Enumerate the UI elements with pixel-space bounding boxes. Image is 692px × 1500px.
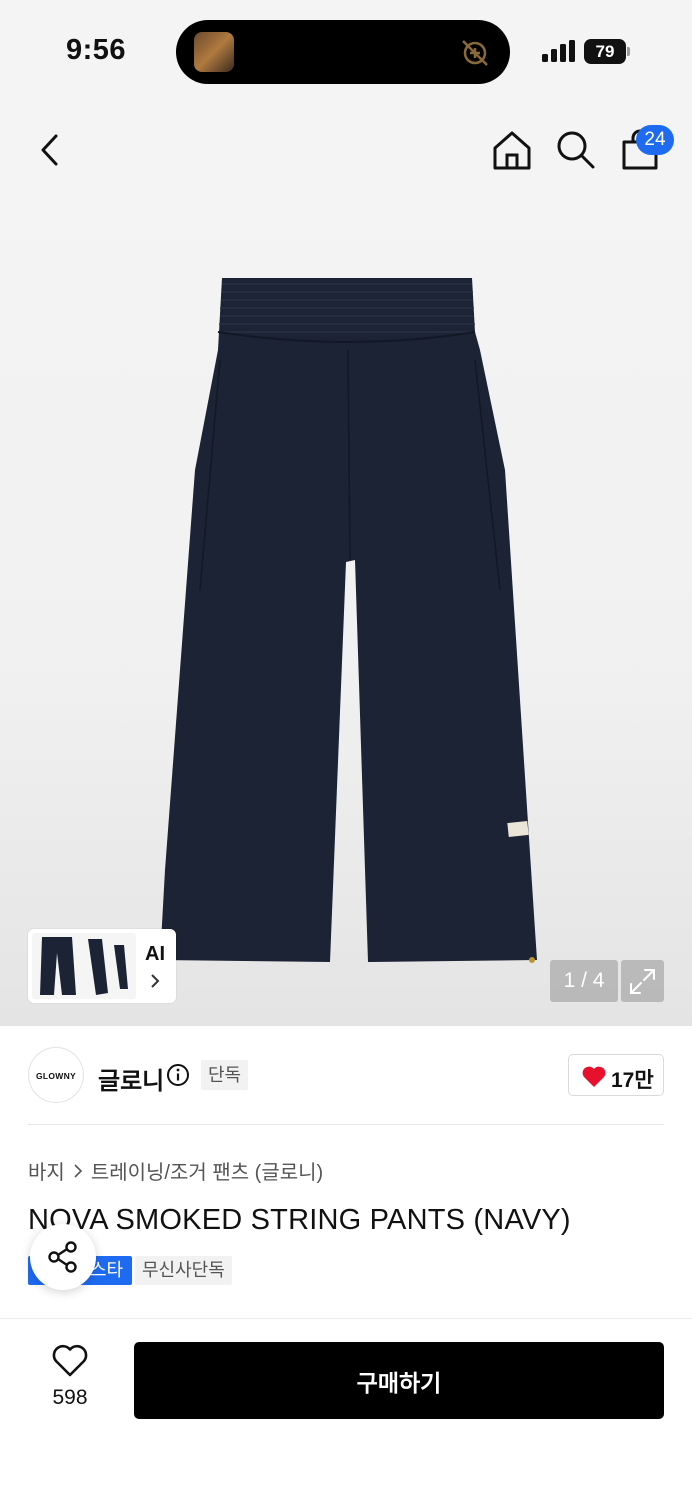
brand-like-count: 17만 [611,1069,654,1092]
chevron-right-icon [151,974,160,988]
status-bar: 9:56 79 [0,0,692,104]
section-divider [28,1124,664,1125]
wishlist-count: 598 [52,1386,88,1409]
ai-thumbnail-image [32,933,136,999]
dynamic-island [176,20,510,84]
back-icon[interactable] [34,126,66,174]
battery-indicator: 79 [584,39,630,64]
heart-outline-icon [52,1344,88,1377]
image-counter: 1 / 4 [550,960,618,1002]
search-icon[interactable] [554,128,596,170]
ai-similar-products-button[interactable]: AI [28,929,176,1003]
muted-activity-icon [462,40,488,66]
home-icon[interactable] [490,128,534,172]
info-icon[interactable] [166,1063,190,1087]
cart-count-badge: 24 [636,125,674,155]
product-title: NOVA SMOKED STRING PANTS (NAVY) [28,1204,571,1236]
brand-name[interactable]: 글로니 [98,1061,164,1096]
battery-level: 79 [584,39,626,64]
now-playing-artwork [194,32,234,72]
ai-label: AI [145,943,165,965]
breadcrumb-category[interactable]: 바지 [28,1156,65,1185]
breadcrumb: 바지 트레이닝/조거 팬츠 (글로니) [28,1156,323,1185]
wishlist-button[interactable]: 598 [40,1344,100,1414]
share-button[interactable] [30,1224,96,1290]
expand-image-button[interactable] [621,960,664,1002]
status-time: 9:56 [66,34,127,66]
tag-musinsa-exclusive: 무신사단독 [135,1256,232,1285]
brand-logo[interactable]: GLOWNY [28,1047,84,1103]
share-icon [48,1241,77,1273]
exclusive-badge: 단독 [201,1060,249,1090]
breadcrumb-subcategory[interactable]: 트레이닝/조거 팬츠 (글로니) [91,1156,323,1185]
battery-tip [627,47,630,56]
buy-button[interactable]: 구매하기 [134,1342,664,1419]
brand-like-button[interactable]: 17만 [568,1054,664,1096]
heart-filled-icon [582,1066,606,1087]
cellular-signal-icon [542,40,575,62]
chevron-right-icon [74,1163,82,1178]
product-image-pants[interactable] [150,270,550,970]
expand-icon [630,969,655,994]
